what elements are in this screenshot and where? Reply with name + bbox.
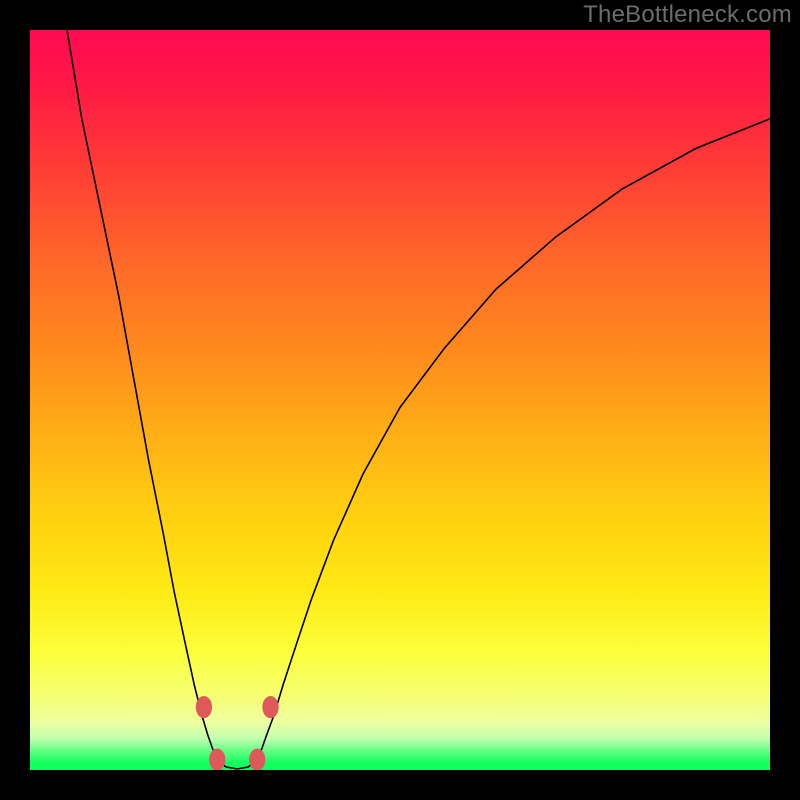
- curve-right-branch: [257, 119, 770, 761]
- outer-frame: TheBottleneck.com: [0, 0, 800, 800]
- curve-valley-floor: [217, 760, 257, 769]
- curve-layer: [30, 30, 770, 770]
- plot-area: [30, 30, 770, 770]
- marker-left-upper: [196, 696, 212, 718]
- marker-right-upper: [262, 696, 278, 718]
- marker-right-lower: [249, 749, 265, 770]
- marker-left-lower: [209, 749, 225, 770]
- watermark-text: TheBottleneck.com: [583, 1, 792, 29]
- curve-left-branch: [67, 30, 217, 760]
- marker-dots: [196, 696, 279, 770]
